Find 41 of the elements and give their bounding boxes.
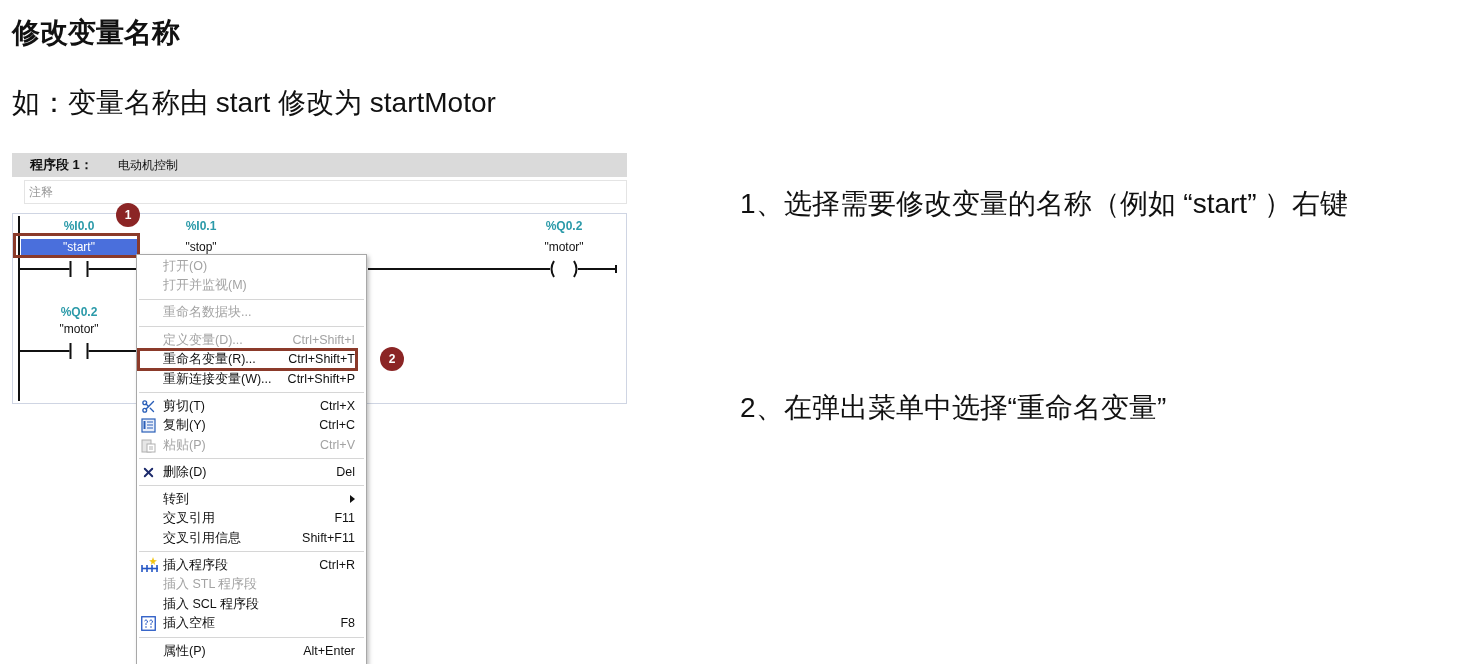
rung-end-mark: [615, 264, 617, 274]
wire: [19, 350, 71, 352]
network-label: 程序段 1：: [30, 156, 94, 175]
page-title: 修改变量名称: [12, 17, 181, 49]
submenu-arrow-icon: [350, 495, 355, 504]
menu-item[interactable]: 重新连接变量(W)... Ctrl+Shift+P: [137, 369, 366, 389]
menu-item[interactable]: 转到: [137, 489, 366, 509]
operand-address: %I0.0: [63, 219, 95, 233]
step-number-badge: 1: [116, 203, 140, 227]
network-title: 电动机控制: [118, 157, 178, 174]
menu-item[interactable]: 剪切(T) Ctrl+X: [137, 396, 366, 416]
question-box-icon: [141, 616, 156, 632]
variable-name[interactable]: "motor": [59, 321, 99, 337]
menu-item[interactable]: 属性(P) Alt+Enter: [137, 641, 366, 661]
step-instruction: 1、选择需要修改变量的名称（例如 “start” ）右键: [740, 187, 1349, 221]
document-lines-icon: [141, 418, 156, 434]
wire: [19, 268, 71, 270]
contact-symbol: [69, 260, 89, 278]
wire: [577, 268, 617, 270]
contact-symbol: [69, 342, 89, 360]
variable-name[interactable]: "stop": [185, 239, 217, 255]
variable-name[interactable]: "start": [21, 239, 137, 255]
menu-item[interactable]: 插入程序段 Ctrl+R: [137, 555, 366, 576]
operand-address: %Q0.2: [60, 305, 98, 319]
variable-name[interactable]: "motor": [544, 239, 584, 255]
menu-item[interactable]: 插入 SCL 程序段: [137, 594, 366, 615]
example-text: 如：变量名称由 start 修改为 startMotor: [12, 87, 497, 119]
clipboard-icon: [141, 437, 156, 453]
menu-item[interactable]: 删除(D) Del: [137, 462, 366, 482]
scissors-icon: [141, 398, 156, 414]
wire: [87, 268, 138, 270]
menu-item[interactable]: 交叉引用信息 Shift+F11: [137, 528, 366, 548]
step-instruction: 2、在弹出菜单中选择“重命名变量”: [740, 391, 1168, 425]
operand-address: %Q0.2: [545, 219, 583, 233]
wire: [87, 350, 138, 352]
coil-symbol: [550, 260, 578, 278]
ladder-sparkle-icon: [141, 557, 159, 574]
menu-item[interactable]: 插入空框 F8: [137, 614, 366, 634]
menu-item[interactable]: 交叉引用 F11: [137, 508, 366, 529]
menu-item[interactable]: 复制(Y) Ctrl+C: [137, 415, 366, 436]
operand-address: %I0.1: [185, 219, 217, 233]
